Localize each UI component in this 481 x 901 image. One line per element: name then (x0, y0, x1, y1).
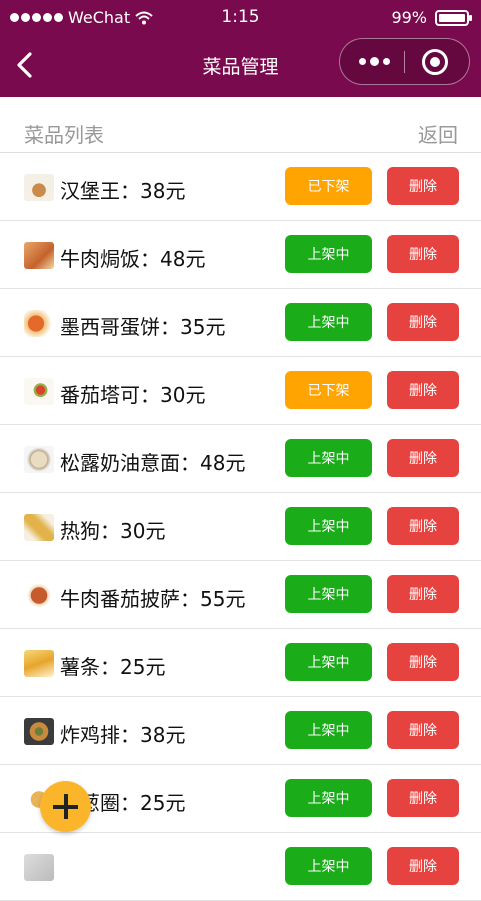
dish-name: 番茄塔可：30元 (60, 383, 206, 407)
list-item: 上架中 删除 (0, 833, 481, 901)
dish-thumbnail (24, 854, 54, 881)
list-title: 菜品列表 (24, 123, 104, 147)
delete-button[interactable]: 删除 (387, 779, 459, 817)
list-item: 牛肉焗饭：48元 上架中 删除 (0, 221, 481, 289)
dish-name: 牛肉焗饭：48元 (60, 247, 206, 271)
list-item: 牛肉番茄披萨：55元 上架中 删除 (0, 561, 481, 629)
dish-thumbnail (24, 514, 54, 541)
delete-button[interactable]: 删除 (387, 167, 459, 205)
more-dots-icon[interactable] (354, 39, 394, 84)
toggle-status-button[interactable]: 上架中 (285, 847, 372, 885)
sub-header: 菜品列表 返回 (0, 97, 481, 153)
mini-program-capsule (339, 38, 470, 85)
dish-thumbnail (24, 174, 54, 201)
list-item: 薯条：25元 上架中 删除 (0, 629, 481, 697)
delete-button[interactable]: 删除 (387, 371, 459, 409)
dish-thumbnail (24, 310, 54, 337)
delete-button[interactable]: 删除 (387, 235, 459, 273)
dish-thumbnail (24, 582, 54, 609)
delete-button[interactable]: 删除 (387, 643, 459, 681)
dish-name: 薯条：25元 (60, 655, 166, 679)
dish-name: 墨西哥蛋饼：35元 (60, 315, 226, 339)
dish-name: 牛肉番茄披萨：55元 (60, 587, 246, 611)
toggle-status-button[interactable]: 已下架 (285, 167, 372, 205)
list-item: 墨西哥蛋饼：35元 上架中 删除 (0, 289, 481, 357)
toggle-status-button[interactable]: 上架中 (285, 439, 372, 477)
list-item: 汉堡王：38元 已下架 删除 (0, 153, 481, 221)
delete-button[interactable]: 删除 (387, 575, 459, 613)
list-item: 炸鸡排：38元 上架中 删除 (0, 697, 481, 765)
dish-thumbnail (24, 650, 54, 677)
list-item: 松露奶油意面：48元 上架中 删除 (0, 425, 481, 493)
battery-info: 99% (391, 8, 472, 27)
delete-button[interactable]: 删除 (387, 303, 459, 341)
toggle-status-button[interactable]: 上架中 (285, 711, 372, 749)
battery-icon (435, 9, 472, 26)
toggle-status-button[interactable]: 上架中 (285, 507, 372, 545)
toggle-status-button[interactable]: 上架中 (285, 235, 372, 273)
dish-thumbnail (24, 378, 54, 405)
dish-thumbnail (24, 718, 54, 745)
dish-thumbnail (24, 242, 54, 269)
dish-name: 松露奶油意面：48元 (60, 451, 246, 475)
delete-button[interactable]: 删除 (387, 507, 459, 545)
delete-button[interactable]: 删除 (387, 711, 459, 749)
target-icon[interactable] (422, 49, 448, 75)
return-link[interactable]: 返回 (418, 119, 458, 148)
delete-button[interactable]: 删除 (387, 847, 459, 885)
toggle-status-button[interactable]: 已下架 (285, 371, 372, 409)
plus-icon[interactable] (40, 781, 91, 832)
list-item: 番茄塔可：30元 已下架 删除 (0, 357, 481, 425)
dish-name: 炸鸡排：38元 (60, 723, 186, 747)
nav-bar: 菜品管理 (0, 34, 481, 97)
toggle-status-button[interactable]: 上架中 (285, 643, 372, 681)
toggle-status-button[interactable]: 上架中 (285, 575, 372, 613)
delete-button[interactable]: 删除 (387, 439, 459, 477)
battery-percent: 99% (391, 8, 427, 27)
list-item: 热狗：30元 上架中 删除 (0, 493, 481, 561)
status-bar: WeChat 1:15 99% (0, 0, 481, 34)
capsule-divider (404, 51, 405, 73)
dish-name: 热狗：30元 (60, 519, 166, 543)
dish-thumbnail (24, 446, 54, 473)
toggle-status-button[interactable]: 上架中 (285, 303, 372, 341)
toggle-status-button[interactable]: 上架中 (285, 779, 372, 817)
dish-name: 汉堡王：38元 (60, 179, 186, 203)
